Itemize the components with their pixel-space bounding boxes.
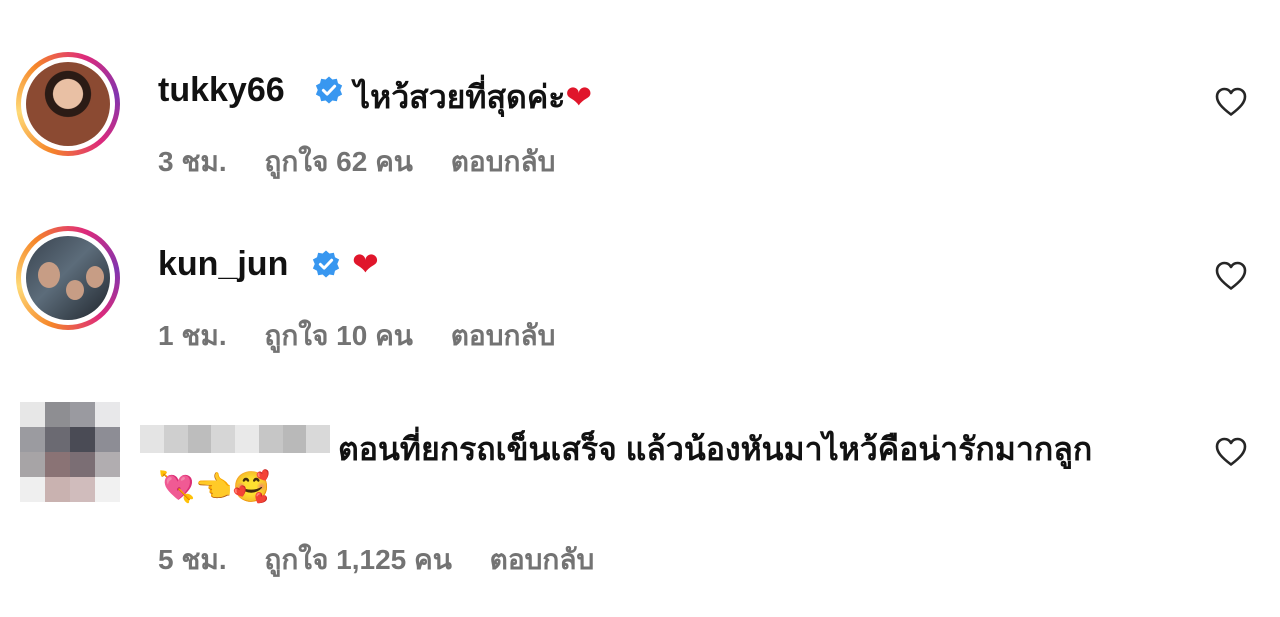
comment-username[interactable]: kun_jun [158, 245, 288, 284]
reply-button[interactable]: ตอบกลับ [490, 538, 595, 582]
comment-time: 1 ชม. [158, 320, 227, 351]
heart-outline-icon[interactable] [1215, 87, 1247, 117]
comment-username[interactable] [140, 425, 330, 453]
comment-username[interactable]: tukky66 [158, 71, 285, 110]
reply-button[interactable]: ตอบกลับ [451, 314, 556, 358]
heart-outline-icon[interactable] [1215, 437, 1247, 467]
comment-likes[interactable]: ถูกใจ 62 คน [264, 140, 413, 184]
comment-time: 3 ชม. [158, 146, 227, 177]
comment-item: tukky66 ไหว้สวยที่สุดค่ะ❤ 3 ชม. ถูกใจ 62… [0, 0, 1280, 190]
comment-likes[interactable]: ถูกใจ 1,125 คน [264, 538, 451, 582]
heart-outline-icon[interactable] [1215, 261, 1247, 291]
comment-likes[interactable]: ถูกใจ 10 คน [264, 314, 413, 358]
comment-text: ไหว้สวยที่สุดค่ะ❤ [354, 72, 592, 123]
comment-meta: 5 ชม. ถูกใจ 1,125 คน ตอบกลับ [158, 538, 594, 582]
verified-badge-icon [312, 250, 340, 278]
comment-meta: 3 ชม. ถูกใจ 62 คน ตอบกลับ [158, 140, 555, 184]
comment-text: ตอนที่ยกรถเข็นเสร็จ แล้วน้องหันมาไหว้คือ… [338, 431, 1093, 467]
comment-text-emojis: 💘👈🥰 [158, 471, 271, 504]
reply-button[interactable]: ตอบกลับ [451, 140, 556, 184]
verified-badge-icon [315, 76, 343, 104]
comment-text: ❤ [352, 245, 379, 283]
comment-meta: 1 ชม. ถูกใจ 10 คน ตอบกลับ [158, 314, 555, 358]
comment-item: kun_jun ❤ 1 ชม. ถูกใจ 10 คน ตอบกลับ [0, 190, 1280, 370]
red-heart-icon: ❤ [352, 246, 379, 282]
avatar[interactable] [16, 226, 120, 330]
comment-time: 5 ชม. [158, 544, 227, 575]
red-heart-icon: ❤ [565, 79, 593, 115]
avatar[interactable] [20, 402, 120, 502]
comment-text-body: ไหว้สวยที่สุดค่ะ [354, 79, 566, 115]
avatar[interactable] [16, 52, 120, 156]
